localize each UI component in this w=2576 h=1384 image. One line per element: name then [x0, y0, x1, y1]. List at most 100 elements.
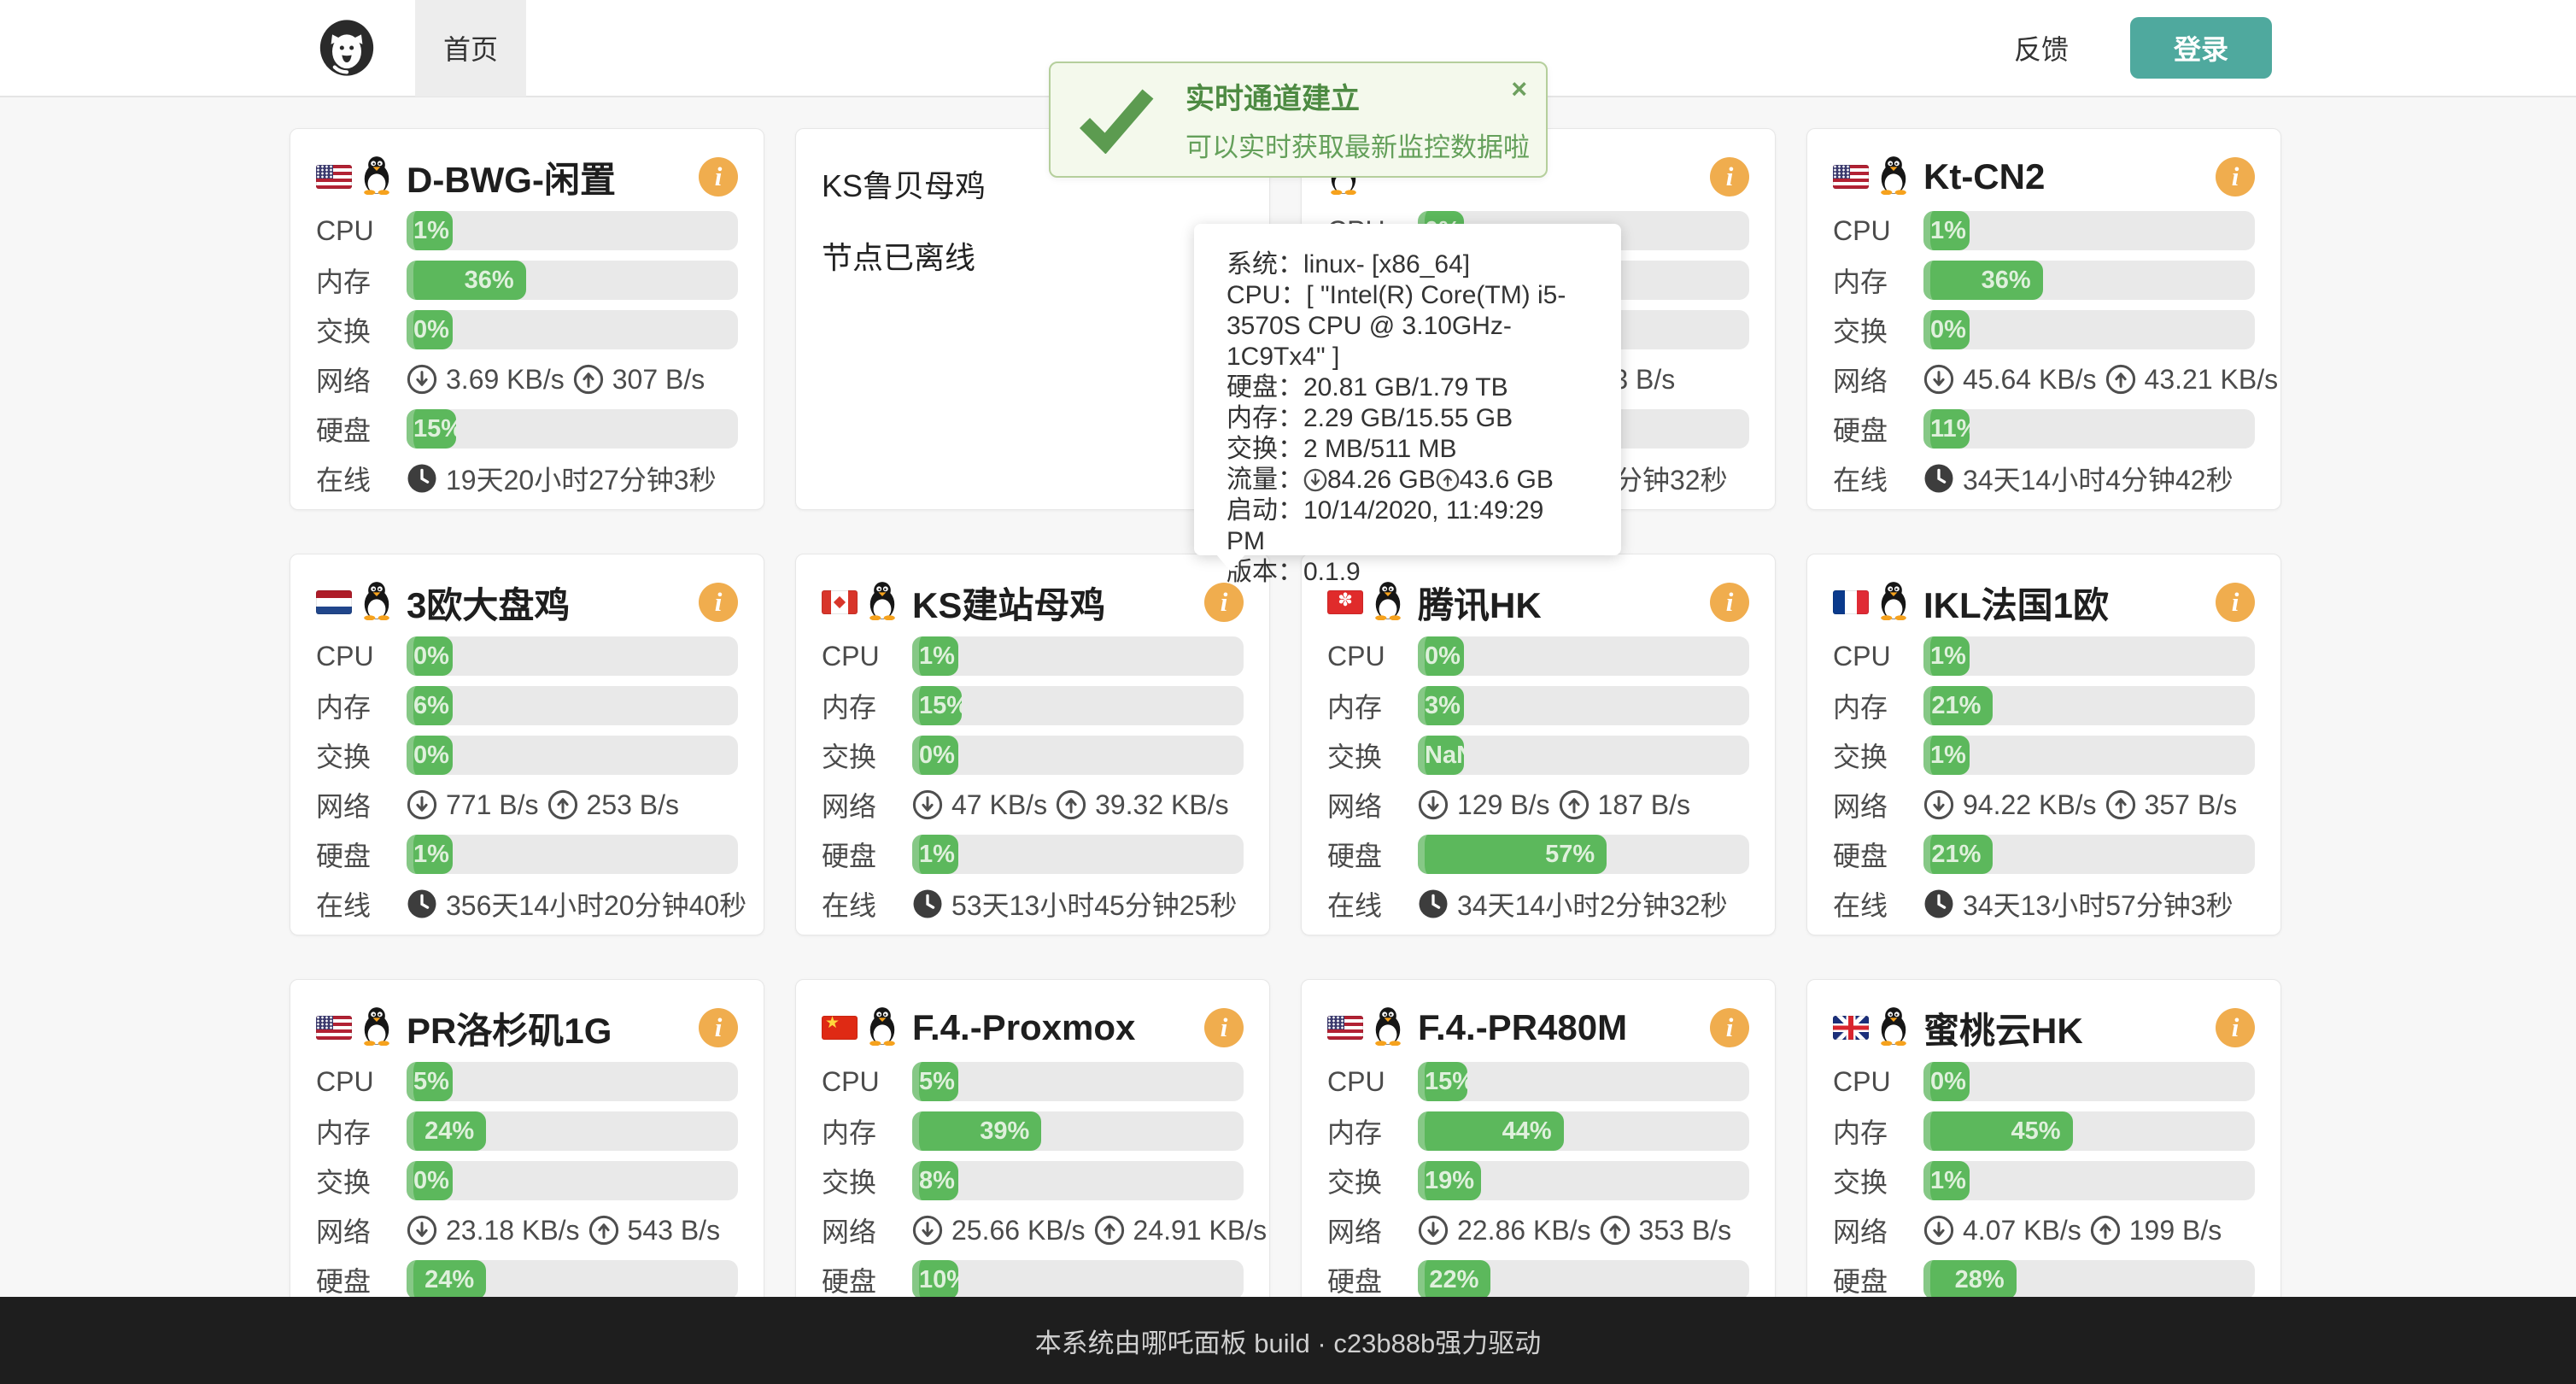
cpu-row: CPU1% — [1833, 211, 2255, 250]
tab-home[interactable]: 首页 — [415, 0, 526, 97]
disk-row-fill: 57% — [1418, 835, 1607, 874]
stat-label: 硬盘 — [316, 835, 407, 874]
net-down-value: 23.18 KB/s — [446, 1215, 580, 1246]
info-icon[interactable]: i — [1204, 1008, 1244, 1047]
server-card-header: F.4.-PR480Mi — [1327, 1004, 1749, 1052]
stat-label: 交换 — [1833, 310, 1923, 349]
server-card-header: KS建站母鸡i — [822, 578, 1244, 626]
memory-row: 内存44% — [1327, 1111, 1749, 1151]
country-flag-icon — [1833, 590, 1869, 614]
stat-label: 交换 — [316, 1161, 407, 1200]
tooltip-label: 内存： — [1227, 404, 1303, 432]
upload-arrow-icon — [1436, 468, 1460, 492]
toast-title: 实时通道建立 — [1186, 75, 1530, 117]
stat-label: CPU — [1327, 641, 1418, 672]
stat-label: CPU — [1833, 641, 1923, 672]
swap-row: 交换8% — [822, 1161, 1244, 1200]
disk-row: 硬盘57% — [1327, 835, 1749, 874]
linux-tux-icon — [360, 581, 393, 620]
network-row: 网络4.07 KB/s199 B/s — [1833, 1211, 2255, 1250]
info-icon[interactable]: i — [1710, 157, 1749, 196]
disk-row: 硬盘15% — [316, 409, 738, 449]
download-arrow-icon — [1303, 468, 1327, 492]
cpu-row-track: 1% — [407, 211, 738, 250]
memory-row-track: 39% — [912, 1111, 1244, 1151]
net-up-value: 353 B/s — [1639, 1215, 1732, 1246]
toast-close-icon[interactable]: × — [1511, 75, 1527, 103]
footer-text-prefix: 本系统由 — [1035, 1322, 1141, 1360]
info-icon[interactable]: i — [699, 157, 738, 196]
swap-row: 交换0% — [316, 1161, 738, 1200]
memory-row-track: 24% — [407, 1111, 738, 1151]
online-row-value: 53天13小时45分钟25秒 — [912, 884, 1237, 924]
clock-icon — [1418, 888, 1449, 919]
realtime-toast: 实时通道建立 可以实时获取最新监控数据啦 × — [1049, 62, 1548, 178]
traffic-down-value: 84.26 GB — [1327, 466, 1436, 494]
cpu-row-fill: 0% — [1418, 636, 1464, 676]
memory-row: 内存36% — [1833, 261, 2255, 300]
os-icon — [866, 1006, 899, 1050]
download-arrow-icon — [1418, 1215, 1449, 1246]
server-name: D-BWG-闲置 — [407, 151, 616, 203]
disk-row: 硬盘24% — [316, 1260, 738, 1299]
memory-row-fill: 36% — [407, 261, 526, 300]
country-flag-icon — [1327, 590, 1363, 614]
os-icon — [1372, 1006, 1404, 1050]
clock-icon — [1923, 888, 1954, 919]
net-down-value: 129 B/s — [1457, 789, 1550, 821]
net-down-value: 45.64 KB/s — [1963, 364, 2097, 396]
server-card-header: 蜜桃云HK i — [1833, 1004, 2255, 1052]
stat-label: 内存 — [316, 686, 407, 725]
memory-row-track: 15% — [912, 686, 1244, 725]
network-row-value: 22.86 KB/s353 B/s — [1418, 1215, 1731, 1246]
info-icon[interactable]: i — [699, 1008, 738, 1047]
upload-arrow-icon — [547, 789, 578, 820]
tooltip-value: 20.81 GB/1.79 TB — [1303, 373, 1508, 402]
memory-row-fill: 3% — [1418, 686, 1464, 725]
cpu-row-fill: 0% — [1923, 1062, 1970, 1101]
login-button[interactable]: 登录 — [2130, 17, 2272, 79]
swap-row: 交换19% — [1327, 1161, 1749, 1200]
swap-row: 交换1% — [1833, 1161, 2255, 1200]
feedback-link[interactable]: 反馈 — [2014, 28, 2069, 67]
info-icon[interactable]: i — [1710, 1008, 1749, 1047]
tooltip-value: linux- [x86_64] — [1303, 250, 1470, 279]
os-icon — [1877, 581, 1910, 625]
net-up-value: 39.32 KB/s — [1095, 789, 1229, 821]
net-down-value: 3.69 KB/s — [446, 364, 565, 396]
stat-label: CPU — [316, 641, 407, 672]
stat-label: 在线 — [316, 884, 407, 924]
online-row-value: 34天14小时2分钟32秒 — [1418, 884, 1728, 924]
info-icon[interactable]: i — [2216, 157, 2255, 196]
swap-row-track: 0% — [407, 1161, 738, 1200]
net-down-value: 771 B/s — [446, 789, 539, 821]
swap-row: 交换0% — [1833, 310, 2255, 349]
info-icon[interactable]: i — [1204, 583, 1244, 622]
nezha-panel-link[interactable]: 哪吒面板 build · c23b88b — [1141, 1322, 1436, 1360]
server-card-header: 3欧大盘鸡i — [316, 578, 738, 626]
site-logo[interactable] — [318, 19, 376, 77]
memory-row-fill: 6% — [407, 686, 453, 725]
footer: 本系统由 哪吒面板 build · c23b88b 强力驱动 — [0, 1297, 2576, 1384]
online-row: 在线34天14小时2分钟32秒 — [1327, 884, 1749, 924]
memory-row-fill: 45% — [1923, 1111, 2073, 1151]
info-icon[interactable]: i — [2216, 583, 2255, 622]
tooltip-row: CPU：[ "Intel(R) Core(TM) i5-3570S CPU @ … — [1227, 280, 1589, 372]
disk-row-fill: 15% — [407, 409, 456, 449]
stat-label: 硬盘 — [316, 409, 407, 449]
cpu-row-fill: 5% — [407, 1062, 453, 1101]
server-name: 蜜桃云HK — [1923, 1002, 2083, 1054]
info-icon[interactable]: i — [699, 583, 738, 622]
disk-row-track: 1% — [912, 835, 1244, 874]
cpu-row-track: 5% — [912, 1062, 1244, 1101]
cpu-row: CPU0% — [1327, 636, 1749, 676]
info-icon[interactable]: i — [1710, 583, 1749, 622]
cpu-row-track: 15% — [1418, 1062, 1749, 1101]
footer-text-suffix: 强力驱动 — [1435, 1322, 1541, 1360]
uptime-value: 356天14小时20分钟40秒 — [446, 884, 746, 924]
stat-label: 交换 — [316, 736, 407, 775]
info-icon[interactable]: i — [2216, 1008, 2255, 1047]
stat-label: 交换 — [1833, 1161, 1923, 1200]
disk-row: 硬盘1% — [822, 835, 1244, 874]
network-row: 网络3.69 KB/s307 B/s — [316, 360, 738, 399]
